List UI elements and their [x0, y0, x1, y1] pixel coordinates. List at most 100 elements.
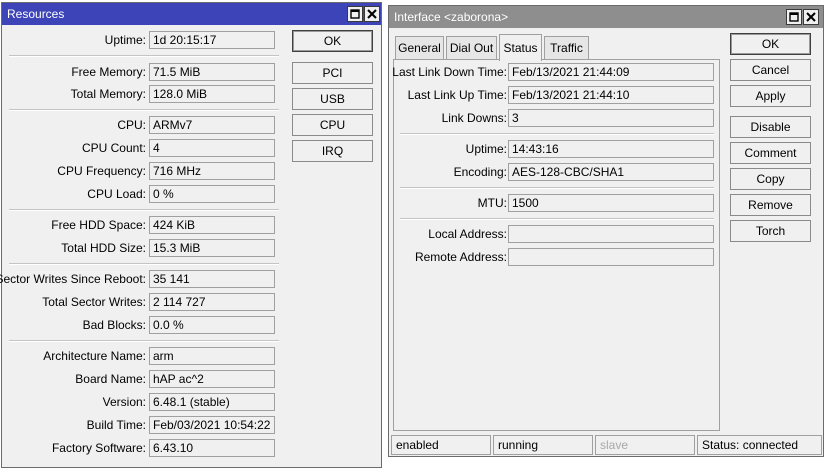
maximize-button[interactable] — [786, 9, 802, 25]
free-hdd-field[interactable]: 424 KiB — [149, 216, 275, 234]
remote-address-row: Remote Address: — [394, 248, 719, 266]
remote-address-label: Remote Address: — [414, 250, 507, 264]
tab-general[interactable]: General — [395, 36, 444, 60]
architecture-field[interactable]: arm — [149, 347, 275, 365]
copy-button[interactable]: Copy — [730, 168, 811, 190]
total-memory-field[interactable]: 128.0 MiB — [149, 85, 275, 103]
link-downs-label: Link Downs: — [441, 111, 507, 125]
resources-titlebar[interactable]: Resources — [2, 3, 381, 25]
status-slave: slave — [595, 435, 695, 455]
uptime-label: Uptime: — [104, 33, 146, 47]
last-link-up-field[interactable]: Feb/13/2021 21:44:10 — [508, 86, 714, 104]
usb-button[interactable]: USB — [292, 88, 373, 110]
separator — [400, 133, 714, 135]
separator — [9, 209, 279, 211]
architecture-label: Architecture Name: — [43, 349, 146, 363]
last-link-down-field[interactable]: Feb/13/2021 21:44:09 — [508, 63, 714, 81]
pci-button[interactable]: PCI — [292, 62, 373, 84]
remove-button[interactable]: Remove — [730, 194, 811, 216]
sector-writes-field[interactable]: 35 141 — [149, 270, 275, 288]
uptime-field[interactable]: 14:43:16 — [508, 140, 714, 158]
cpu-frequency-label: CPU Frequency: — [57, 164, 146, 178]
separator — [9, 109, 279, 111]
maximize-icon — [350, 9, 360, 19]
sector-writes-label: Sector Writes Since Reboot: — [0, 272, 146, 286]
resources-title: Resources — [7, 7, 65, 21]
architecture-row: Architecture Name: arm — [2, 347, 382, 365]
tab-status[interactable]: Status — [499, 34, 542, 61]
total-sector-writes-field[interactable]: 2 114 727 — [149, 293, 275, 311]
close-button[interactable] — [364, 6, 380, 22]
separator — [9, 340, 279, 342]
last-link-up-row: Last Link Up Time: Feb/13/2021 21:44:10 — [394, 86, 719, 104]
local-address-field[interactable] — [508, 225, 714, 243]
tab-traffic[interactable]: Traffic — [544, 36, 589, 60]
bad-blocks-field[interactable]: 0.0 % — [149, 316, 275, 334]
status-running: running — [493, 435, 593, 455]
tab-dial-out[interactable]: Dial Out — [446, 36, 497, 60]
total-hdd-row: Total HDD Size: 15.3 MiB — [2, 239, 382, 257]
cpu-load-field[interactable]: 0 % — [149, 185, 275, 203]
disable-button[interactable]: Disable — [730, 116, 811, 138]
separator — [400, 187, 714, 189]
free-memory-field[interactable]: 71.5 MiB — [149, 63, 275, 81]
maximize-button[interactable] — [347, 6, 363, 22]
total-memory-label: Total Memory: — [70, 87, 146, 101]
version-row: Version: 6.48.1 (stable) — [2, 393, 382, 411]
free-hdd-row: Free HDD Space: 424 KiB — [2, 216, 382, 234]
mtu-field[interactable]: 1500 — [508, 194, 714, 212]
uptime-row: Uptime: 14:43:16 — [394, 140, 719, 158]
interface-window: Interface <zaborona> General Dial Out St… — [388, 5, 824, 457]
close-icon — [367, 9, 377, 19]
cpu-load-label: CPU Load: — [87, 187, 146, 201]
cancel-button[interactable]: Cancel — [730, 59, 811, 81]
cpu-load-row: CPU Load: 0 % — [2, 185, 382, 203]
link-downs-row: Link Downs: 3 — [394, 109, 719, 127]
cpu-frequency-row: CPU Frequency: 716 MHz — [2, 162, 382, 180]
close-icon — [806, 12, 816, 22]
status-panel: Last Link Down Time: Feb/13/2021 21:44:0… — [392, 59, 720, 431]
apply-button[interactable]: Apply — [730, 85, 811, 107]
total-hdd-label: Total HDD Size: — [61, 241, 146, 255]
board-name-row: Board Name: hAP ac^2 — [2, 370, 382, 388]
remote-address-field[interactable] — [508, 248, 714, 266]
cpu-frequency-field[interactable]: 716 MHz — [149, 162, 275, 180]
status-enabled: enabled — [391, 435, 491, 455]
link-downs-field[interactable]: 3 — [508, 109, 714, 127]
cpu-label: CPU: — [117, 118, 146, 132]
last-link-down-row: Last Link Down Time: Feb/13/2021 21:44:0… — [392, 63, 719, 81]
cpu-field[interactable]: ARMv7 — [149, 116, 275, 134]
local-address-row: Local Address: — [394, 225, 719, 243]
uptime-label: Uptime: — [465, 142, 507, 156]
encoding-row: Encoding: AES-128-CBC/SHA1 — [394, 163, 719, 181]
local-address-label: Local Address: — [428, 227, 507, 241]
irq-button[interactable]: IRQ — [292, 140, 373, 162]
encoding-field[interactable]: AES-128-CBC/SHA1 — [508, 163, 714, 181]
mtu-label: MTU: — [477, 196, 507, 210]
factory-software-field[interactable]: 6.43.10 — [149, 439, 275, 457]
close-button[interactable] — [803, 9, 819, 25]
torch-button[interactable]: Torch — [730, 220, 811, 242]
comment-button[interactable]: Comment — [730, 142, 811, 164]
maximize-icon — [789, 12, 799, 22]
uptime-field[interactable]: 1d 20:15:17 — [149, 31, 275, 49]
separator — [9, 263, 279, 265]
cpu-count-label: CPU Count: — [81, 141, 146, 155]
total-sector-writes-label: Total Sector Writes: — [42, 295, 146, 309]
build-time-field[interactable]: Feb/03/2021 10:54:22 — [149, 416, 275, 434]
factory-software-row: Factory Software: 6.43.10 — [2, 439, 382, 457]
resources-window: Resources Uptime: 1d 20:15:17 Free Memor… — [0, 2, 382, 468]
total-sector-writes-row: Total Sector Writes: 2 114 727 — [2, 293, 382, 311]
version-field[interactable]: 6.48.1 (stable) — [149, 393, 275, 411]
encoding-label: Encoding: — [453, 165, 507, 179]
bad-blocks-label: Bad Blocks: — [82, 318, 146, 332]
board-name-field[interactable]: hAP ac^2 — [149, 370, 275, 388]
ok-button[interactable]: OK — [730, 33, 811, 55]
ok-button[interactable]: OK — [292, 30, 373, 52]
cpu-button[interactable]: CPU — [292, 114, 373, 136]
interface-titlebar[interactable]: Interface <zaborona> — [389, 6, 823, 28]
sector-writes-row: Sector Writes Since Reboot: 35 141 — [0, 270, 382, 288]
total-hdd-field[interactable]: 15.3 MiB — [149, 239, 275, 257]
build-time-label: Build Time: — [86, 418, 146, 432]
cpu-count-field[interactable]: 4 — [149, 139, 275, 157]
